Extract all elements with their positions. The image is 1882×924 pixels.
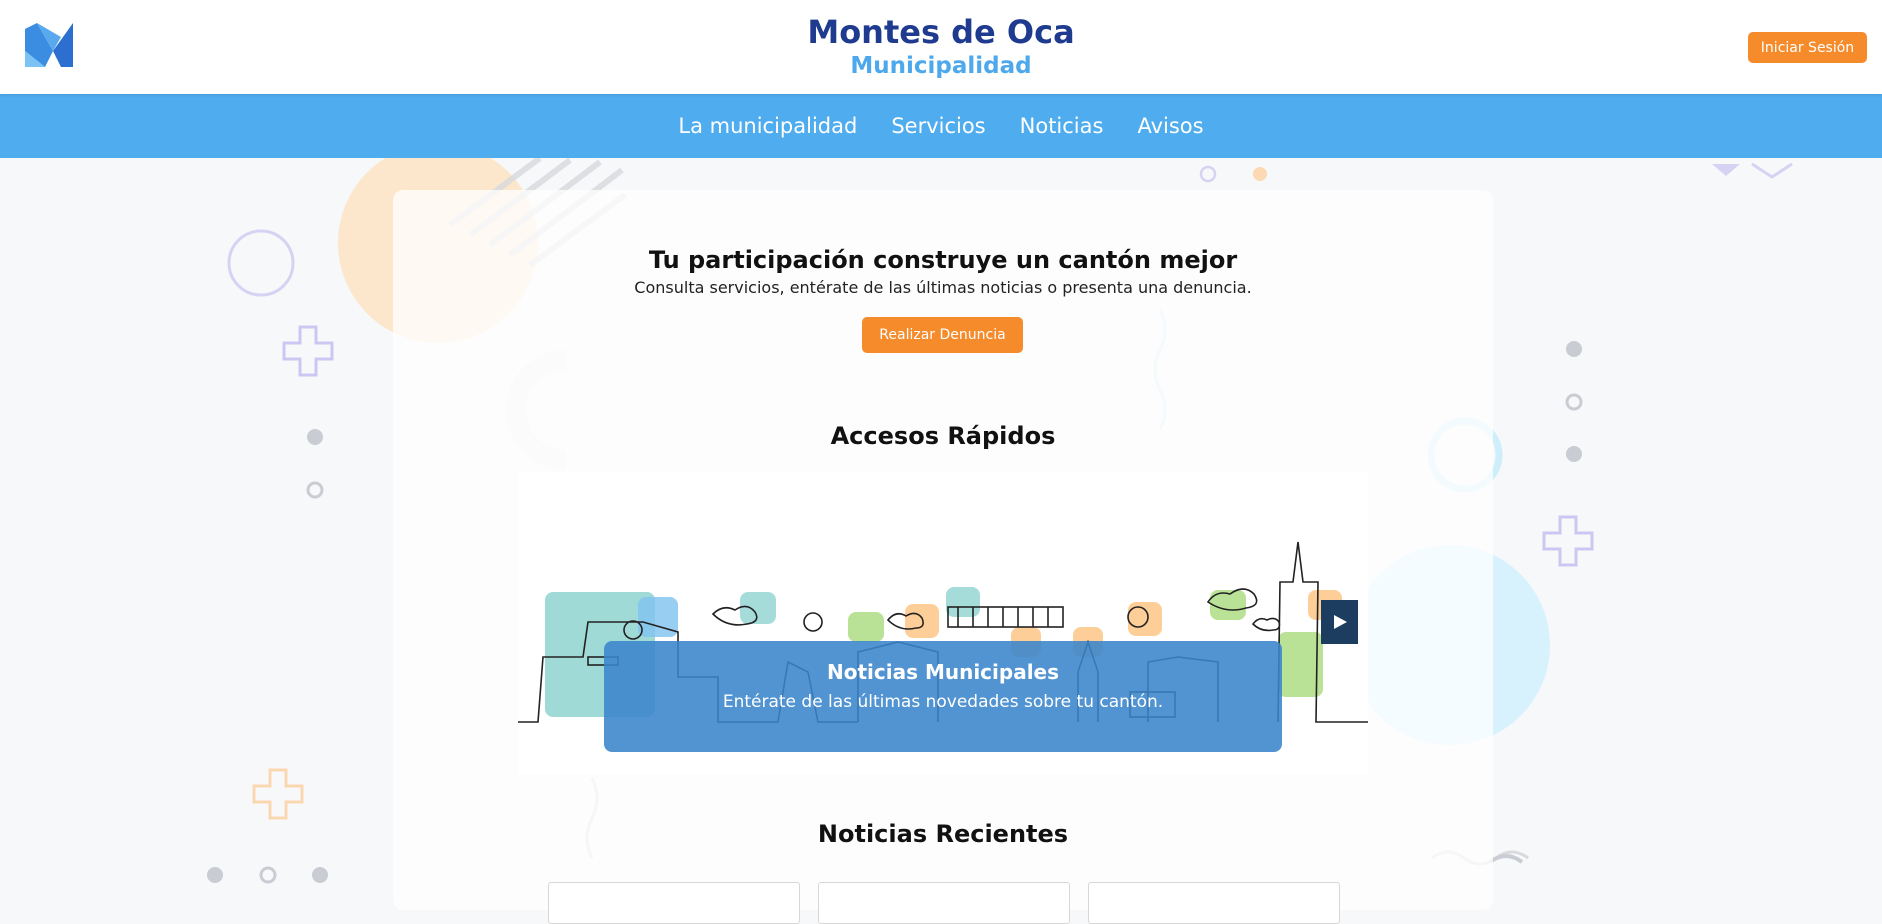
slide-text: Entérate de las últimas novedades sobre … <box>722 692 1164 712</box>
slide-title: Noticias Municipales <box>826 660 1060 684</box>
main-nav: La municipalidad Servicios Noticias Avis… <box>0 94 1882 158</box>
hero-subtitle: Consulta servicios, entérate de las últi… <box>634 278 1252 297</box>
play-button[interactable] <box>1321 600 1358 644</box>
hero-title: Tu participación construye un cantón mej… <box>648 246 1238 274</box>
login-button[interactable]: Iniciar Sesión <box>1748 32 1867 63</box>
site-subtitle: Municipalidad <box>850 53 1032 79</box>
quick-access-title: Accesos Rápidos <box>830 422 1056 450</box>
nav-item-avisos[interactable]: Avisos <box>1137 114 1203 138</box>
nav-item-municipalidad[interactable]: La municipalidad <box>678 114 857 138</box>
recent-news-title: Noticias Recientes <box>817 820 1069 848</box>
play-icon <box>1334 615 1347 629</box>
nav-item-servicios[interactable]: Servicios <box>891 114 985 138</box>
site-header: Montes de Oca Municipalidad Iniciar Sesi… <box>0 0 1882 94</box>
report-button[interactable]: Realizar Denuncia <box>862 317 1023 353</box>
nav-item-noticias[interactable]: Noticias <box>1020 114 1104 138</box>
news-card[interactable] <box>1088 882 1340 924</box>
news-card[interactable] <box>818 882 1070 924</box>
news-card[interactable] <box>548 882 800 924</box>
brand-block: Montes de Oca Municipalidad <box>0 12 1882 80</box>
slide-caption: Noticias Municipales Entérate de las últ… <box>604 641 1282 752</box>
site-title: Montes de Oca <box>807 13 1075 51</box>
